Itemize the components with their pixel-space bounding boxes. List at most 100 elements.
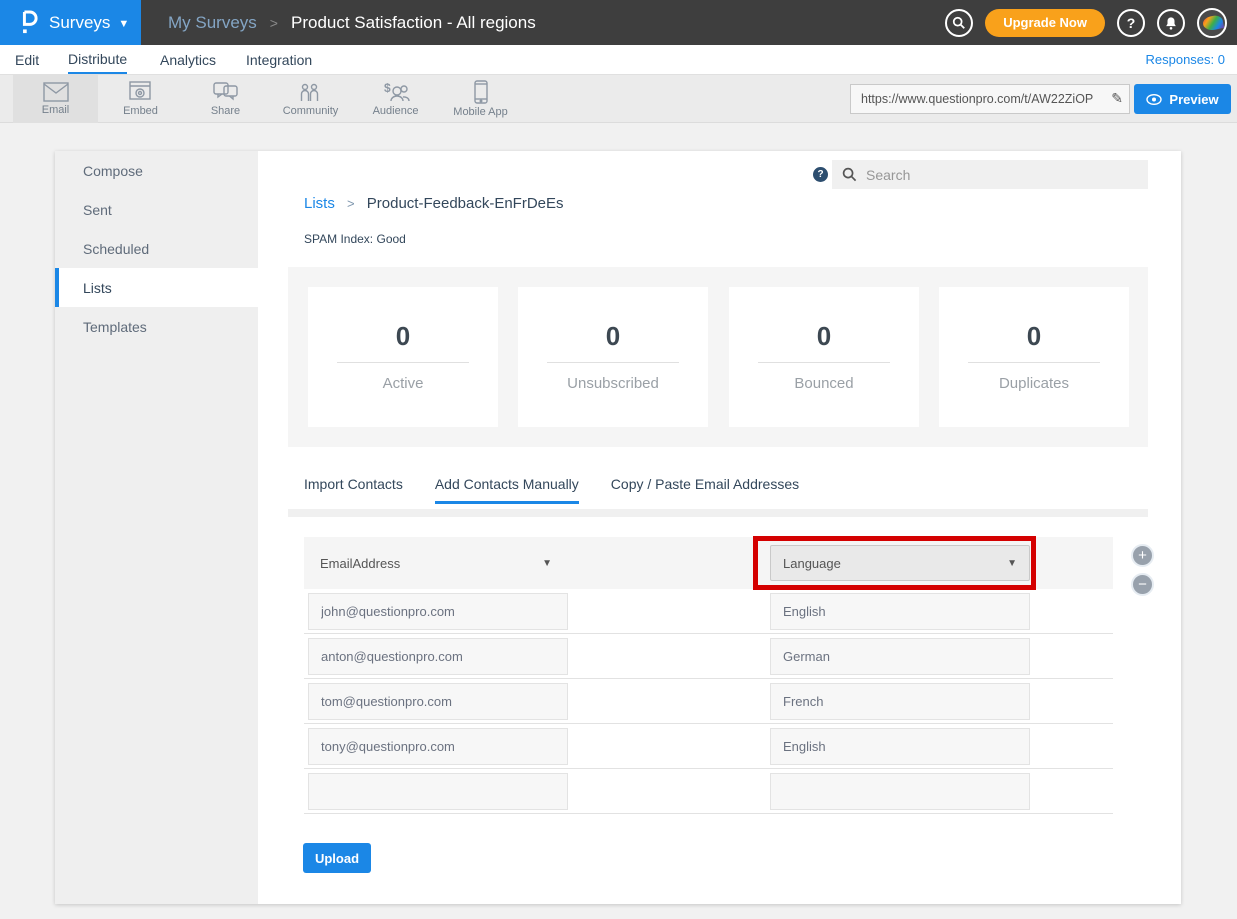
stat-card-active: 0 Active xyxy=(308,287,498,427)
contact-row xyxy=(304,724,1113,769)
toolbar-item-mobile-app[interactable]: Mobile App xyxy=(438,75,523,123)
search-input[interactable] xyxy=(866,167,1126,183)
divider xyxy=(337,362,469,363)
share-icon xyxy=(213,81,239,103)
remove-row-button[interactable]: − xyxy=(1131,573,1154,596)
language-input[interactable] xyxy=(770,773,1030,810)
responses-count[interactable]: Responses: 0 xyxy=(1146,45,1226,74)
language-input[interactable] xyxy=(770,593,1030,630)
audience-icon: $ xyxy=(382,81,410,103)
questionpro-app: Surveys ▼ My Surveys > Product Satisfact… xyxy=(0,0,1237,919)
toolbar-item-share[interactable]: Share xyxy=(183,75,268,123)
contacts-tabs: Import Contacts Add Contacts Manually Co… xyxy=(304,476,799,504)
language-column-select-value: Language xyxy=(783,556,841,571)
app-menu-label: Surveys xyxy=(49,13,110,33)
help-icon[interactable]: ? xyxy=(813,167,828,182)
stat-label: Duplicates xyxy=(939,375,1129,392)
toolbar-item-label: Mobile App xyxy=(453,106,507,118)
user-avatar[interactable] xyxy=(1197,8,1227,38)
preview-label: Preview xyxy=(1169,92,1218,107)
contact-row xyxy=(304,589,1113,634)
content-card: Compose Sent Scheduled Lists Templates ?… xyxy=(55,151,1181,904)
svg-text:$: $ xyxy=(384,81,391,95)
language-column-select[interactable]: Language ▼ xyxy=(770,545,1030,581)
stat-label: Active xyxy=(308,375,498,392)
top-bar: Surveys ▼ My Surveys > Product Satisfact… xyxy=(0,0,1237,45)
search-icon[interactable] xyxy=(945,9,973,37)
email-input[interactable] xyxy=(308,728,568,765)
toolbar-item-label: Community xyxy=(283,105,339,117)
toolbar-item-embed[interactable]: Embed xyxy=(98,75,183,123)
column-mapping-row: EmailAddress ▼ Language ▼ xyxy=(304,537,1113,589)
sidebar-item-lists[interactable]: Lists xyxy=(55,268,258,307)
app-menu[interactable]: Surveys ▼ xyxy=(0,0,141,45)
survey-nav: Edit Distribute Analytics Integration Re… xyxy=(0,45,1237,75)
contact-row xyxy=(304,679,1113,724)
chevron-right-icon: > xyxy=(270,15,278,31)
stat-value: 0 xyxy=(729,321,919,352)
breadcrumb-list-name: Product-Feedback-EnFrDeEs xyxy=(367,195,564,212)
add-row-button[interactable]: + xyxy=(1131,544,1154,567)
edit-url-pencil-icon[interactable]: ✎ xyxy=(1111,90,1123,107)
tab-import-contacts[interactable]: Import Contacts xyxy=(304,476,403,504)
stat-value: 0 xyxy=(308,321,498,352)
email-column-select[interactable]: EmailAddress ▼ xyxy=(308,545,564,581)
notifications-bell-icon[interactable] xyxy=(1157,9,1185,37)
survey-url-input[interactable] xyxy=(850,84,1130,114)
spam-index: SPAM Index: Good xyxy=(304,232,406,246)
breadcrumb-survey-title: Product Satisfaction - All regions xyxy=(291,13,536,33)
preview-button[interactable]: Preview xyxy=(1134,84,1231,114)
language-input[interactable] xyxy=(770,728,1030,765)
list-breadcrumb: Lists > Product-Feedback-EnFrDeEs xyxy=(304,195,564,212)
email-column-select-value: EmailAddress xyxy=(320,556,400,571)
language-input[interactable] xyxy=(770,683,1030,720)
tab-add-contacts-manually[interactable]: Add Contacts Manually xyxy=(435,476,579,504)
questionpro-logo-icon xyxy=(18,9,40,37)
email-sidebar: Compose Sent Scheduled Lists Templates xyxy=(55,151,258,904)
sidebar-item-compose[interactable]: Compose xyxy=(55,151,258,190)
breadcrumb-my-surveys[interactable]: My Surveys xyxy=(168,13,257,33)
email-input[interactable] xyxy=(308,773,568,810)
toolbar-item-label: Share xyxy=(211,105,240,117)
list-stats-panel: 0 Active 0 Unsubscribed 0 Bounced 0 Dupl… xyxy=(288,267,1148,447)
tab-distribute[interactable]: Distribute xyxy=(68,45,127,74)
search-box xyxy=(832,160,1148,189)
sidebar-item-templates[interactable]: Templates xyxy=(55,307,258,346)
toolbar-item-audience[interactable]: $ Audience xyxy=(353,75,438,123)
stat-label: Unsubscribed xyxy=(518,375,708,392)
stat-label: Bounced xyxy=(729,375,919,392)
divider xyxy=(968,362,1100,363)
toolbar-item-label: Audience xyxy=(373,105,419,117)
email-input[interactable] xyxy=(308,638,568,675)
toolbar-item-label: Embed xyxy=(123,105,158,117)
chevron-right-icon: > xyxy=(347,196,355,211)
embed-icon xyxy=(129,81,153,103)
sidebar-item-scheduled[interactable]: Scheduled xyxy=(55,229,258,268)
email-input[interactable] xyxy=(308,593,568,630)
chevron-down-icon: ▼ xyxy=(1007,558,1017,569)
community-icon xyxy=(298,81,324,103)
toolbar-item-community[interactable]: Community xyxy=(268,75,353,123)
chevron-down-icon: ▼ xyxy=(118,18,129,30)
breadcrumb-lists-link[interactable]: Lists xyxy=(304,195,335,212)
stat-card-bounced: 0 Bounced xyxy=(729,287,919,427)
mobile-app-icon xyxy=(474,80,488,104)
stat-card-unsubscribed: 0 Unsubscribed xyxy=(518,287,708,427)
tab-integration[interactable]: Integration xyxy=(246,45,312,74)
stat-value: 0 xyxy=(518,321,708,352)
upgrade-now-button[interactable]: Upgrade Now xyxy=(985,9,1105,37)
spam-index-label: SPAM Index: xyxy=(304,232,373,246)
contact-row xyxy=(304,634,1113,679)
tab-edit[interactable]: Edit xyxy=(15,45,39,74)
help-icon[interactable]: ? xyxy=(1117,9,1145,37)
upload-button[interactable]: Upload xyxy=(303,843,371,873)
email-input[interactable] xyxy=(308,683,568,720)
language-input[interactable] xyxy=(770,638,1030,675)
sidebar-item-sent[interactable]: Sent xyxy=(55,190,258,229)
toolbar-item-email[interactable]: Email xyxy=(13,75,98,123)
breadcrumb: My Surveys > Product Satisfaction - All … xyxy=(168,0,536,45)
divider xyxy=(758,362,890,363)
divider xyxy=(547,362,679,363)
tab-analytics[interactable]: Analytics xyxy=(160,45,216,74)
tab-copy-paste-email-addresses[interactable]: Copy / Paste Email Addresses xyxy=(611,476,799,504)
